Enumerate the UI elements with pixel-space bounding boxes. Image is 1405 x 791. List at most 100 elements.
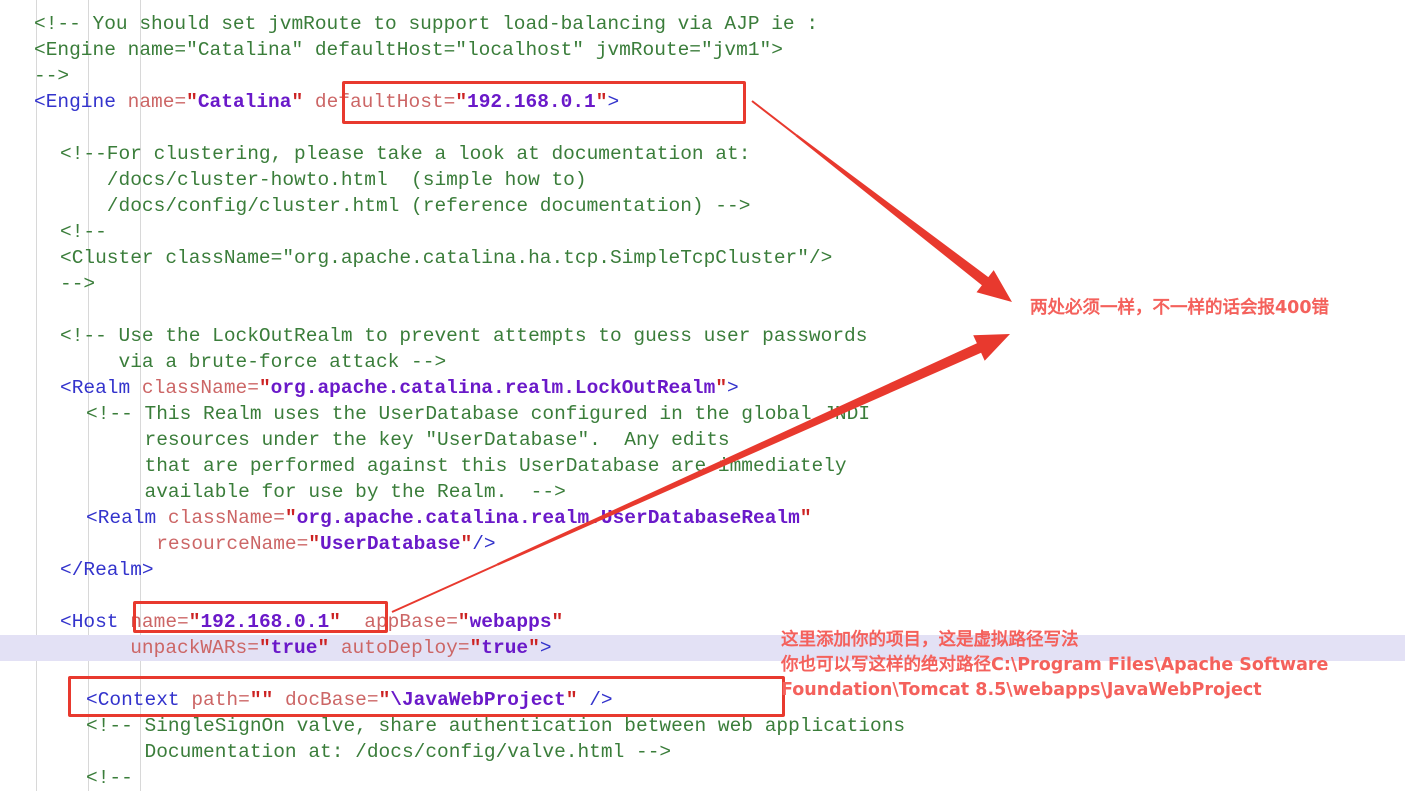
note-line: 这里添加你的项目，这是虚拟路径写法 bbox=[781, 630, 1079, 650]
code-token-q: " bbox=[799, 507, 812, 529]
code-line[interactable]: --> bbox=[0, 271, 1405, 297]
code-token-val: UserDatabase bbox=[320, 533, 461, 555]
code-line[interactable]: <!-- bbox=[0, 765, 1405, 791]
code-token-q: " bbox=[455, 91, 468, 113]
code-token-cmt: <!-- bbox=[60, 221, 107, 243]
code-token-q: " bbox=[291, 91, 304, 113]
code-token-attr: name bbox=[127, 91, 175, 113]
code-token-q: " bbox=[284, 507, 297, 529]
code-token-cmt: <!-- This Realm uses the UserDatabase co… bbox=[86, 403, 871, 425]
code-token-eq: = bbox=[238, 689, 250, 711]
code-token-q: " bbox=[460, 533, 473, 555]
code-line[interactable]: <!-- You should set jvmRoute to support … bbox=[0, 11, 1405, 37]
code-token-attr: name bbox=[130, 611, 178, 633]
note-line: 两处必须一样，不一样的话会报400错 bbox=[1030, 298, 1330, 318]
code-token-tag: <Engine bbox=[34, 91, 128, 113]
code-token-attr: resourceName bbox=[86, 533, 297, 555]
code-token-val: webapps bbox=[469, 611, 552, 633]
code-token-cmt: via a brute-force attack --> bbox=[60, 351, 447, 373]
code-line[interactable]: <!-- bbox=[0, 219, 1405, 245]
code-token-cmt: --> bbox=[60, 273, 96, 295]
code-line[interactable]: available for use by the Realm. --> bbox=[0, 479, 1405, 505]
code-token-val: 192.168.0.1 bbox=[200, 611, 330, 633]
code-line[interactable] bbox=[0, 583, 1405, 609]
code-token-q: " bbox=[378, 689, 391, 711]
code-token-attr: appBase bbox=[340, 611, 447, 633]
code-token-eq: = bbox=[273, 507, 285, 529]
code-line[interactable]: <Cluster className="org.apache.catalina.… bbox=[0, 245, 1405, 271]
code-token-attr: autoDeploy bbox=[329, 637, 458, 659]
code-token-q: " bbox=[565, 689, 578, 711]
code-token-cmt: resources under the key "UserDatabase". … bbox=[86, 429, 730, 451]
code-line[interactable]: resourceName="UserDatabase"/> bbox=[0, 531, 1405, 557]
code-token-val: org.apache.catalina.realm.LockOutRealm bbox=[270, 377, 716, 399]
code-token-val: true bbox=[481, 637, 529, 659]
code-line[interactable]: via a brute-force attack --> bbox=[0, 349, 1405, 375]
note-must-match: 两处必须一样，不一样的话会报400错 bbox=[1030, 296, 1329, 321]
code-token-eq: = bbox=[296, 533, 309, 555]
code-token-q: "" bbox=[249, 689, 274, 711]
code-token-tag: > bbox=[539, 637, 552, 659]
code-line[interactable]: /docs/cluster-howto.html (simple how to) bbox=[0, 167, 1405, 193]
code-token-val: \JavaWebProject bbox=[390, 689, 566, 711]
code-token-cmt: that are performed against this UserData… bbox=[86, 455, 847, 477]
code-token-q: " bbox=[715, 377, 728, 399]
note-project-path: 这里添加你的项目，这是虚拟路径写法 你也可以写这样的绝对路径C:\Program … bbox=[781, 628, 1328, 703]
code-token-q: " bbox=[188, 611, 201, 633]
code-token-val: Catalina bbox=[197, 91, 292, 113]
code-token-q: " bbox=[258, 637, 271, 659]
code-token-q: " bbox=[186, 91, 198, 113]
code-token-attr: path bbox=[191, 689, 239, 711]
code-line[interactable]: </Realm> bbox=[0, 557, 1405, 583]
code-token-cmt: <!-- SingleSignOn valve, share authentic… bbox=[86, 715, 906, 737]
code-token-tag: /> bbox=[472, 533, 496, 555]
code-line[interactable]: <Engine name="Catalina" defaultHost="192… bbox=[0, 89, 1405, 115]
code-line[interactable]: resources under the key "UserDatabase". … bbox=[0, 427, 1405, 453]
code-token-cmt: <Cluster className="org.apache.catalina.… bbox=[60, 247, 833, 269]
code-token-q: " bbox=[329, 611, 341, 633]
code-token-eq: = bbox=[366, 689, 379, 711]
code-token-attr: className bbox=[167, 507, 274, 529]
code-token-val: true bbox=[270, 637, 318, 659]
code-token-tag: /> bbox=[577, 689, 613, 711]
code-token-cmt: <Engine name="Catalina" defaultHost="loc… bbox=[34, 39, 783, 61]
code-token-tag: <Host bbox=[60, 611, 131, 633]
code-token-tag: <Realm bbox=[86, 507, 168, 529]
code-line[interactable]: <!-- This Realm uses the UserDatabase co… bbox=[0, 401, 1405, 427]
code-token-eq: = bbox=[247, 377, 259, 399]
code-line[interactable]: <!-- SingleSignOn valve, share authentic… bbox=[0, 713, 1405, 739]
code-token-q: " bbox=[528, 637, 540, 659]
code-token-cmt: <!-- Use the LockOutRealm to prevent att… bbox=[60, 325, 868, 347]
code-token-q: " bbox=[595, 91, 608, 113]
code-token-q: " bbox=[308, 533, 321, 555]
code-token-q: " bbox=[258, 377, 271, 399]
code-line[interactable] bbox=[0, 115, 1405, 141]
code-token-attr: unpackWARs bbox=[60, 637, 248, 659]
code-token-eq: = bbox=[457, 637, 470, 659]
code-token-tag: <Realm bbox=[60, 377, 142, 399]
code-line[interactable]: <Realm className="org.apache.catalina.re… bbox=[0, 505, 1405, 531]
code-token-cmt: /docs/config/cluster.html (reference doc… bbox=[60, 195, 751, 217]
code-token-q: " bbox=[551, 611, 564, 633]
code-line[interactable]: <Engine name="Catalina" defaultHost="loc… bbox=[0, 37, 1405, 63]
code-token-eq: = bbox=[177, 611, 189, 633]
note-line: Foundation\Tomcat 8.5\webapps\JavaWebPro… bbox=[781, 680, 1262, 700]
code-line[interactable]: <!--For clustering, please take a look a… bbox=[0, 141, 1405, 167]
code-token-attr: className bbox=[141, 377, 248, 399]
code-token-q: " bbox=[317, 637, 330, 659]
code-token-attr: docBase bbox=[273, 689, 367, 711]
code-line[interactable]: Documentation at: /docs/config/valve.htm… bbox=[0, 739, 1405, 765]
code-line[interactable]: /docs/config/cluster.html (reference doc… bbox=[0, 193, 1405, 219]
xml-code-editor[interactable]: <!-- You should set jvmRoute to support … bbox=[0, 0, 1405, 791]
code-line[interactable]: <Realm className="org.apache.catalina.re… bbox=[0, 375, 1405, 401]
code-token-cmt: <!-- bbox=[86, 767, 133, 789]
code-token-cmt: /docs/cluster-howto.html (simple how to) bbox=[60, 169, 587, 191]
code-line[interactable]: --> bbox=[0, 63, 1405, 89]
code-token-eq: = bbox=[247, 637, 259, 659]
code-line[interactable]: <!-- Use the LockOutRealm to prevent att… bbox=[0, 323, 1405, 349]
code-token-tag: <Context bbox=[86, 689, 192, 711]
code-line[interactable]: that are performed against this UserData… bbox=[0, 453, 1405, 479]
code-token-cmt: <!--For clustering, please take a look a… bbox=[60, 143, 751, 165]
code-token-q: " bbox=[457, 611, 470, 633]
code-token-val: org.apache.catalina.realm.UserDatabaseRe… bbox=[296, 507, 800, 529]
